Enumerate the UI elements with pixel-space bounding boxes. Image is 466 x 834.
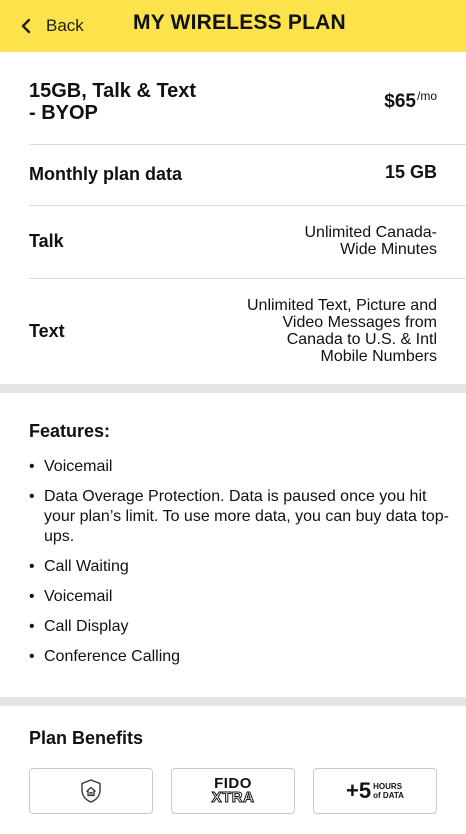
detail-value-data: 15 GB [384, 162, 437, 182]
fido-xtra-line2: XTRA [211, 789, 255, 806]
features-list: • Voicemail • Data Overage Protection. Dat… [29, 457, 449, 677]
divider [29, 144, 466, 145]
feature-text: Data Overage Protection. Data is paused … [44, 488, 449, 545]
chevron-left-icon [21, 18, 31, 34]
detail-value-text: Unlimited Text, Picture and Video Messag… [246, 297, 437, 365]
plan-price: $65/mo [384, 89, 437, 113]
bonus-hours-caption-line1: HOURS [373, 782, 403, 791]
back-label: Back [46, 16, 84, 35]
bullet: • [29, 488, 35, 505]
plan-name: 15GB, Talk & Text - BYOP [29, 80, 197, 124]
feature-text: Voicemail [44, 458, 113, 475]
page-title: MY WIRELESS PLAN [133, 11, 346, 34]
divider [29, 205, 466, 206]
divider [29, 278, 466, 279]
list-item: • Call Display [29, 617, 449, 637]
feature-text: Conference Calling [44, 648, 181, 665]
list-item: • Conference Calling [29, 647, 449, 667]
features-title: Features: [29, 421, 111, 441]
app-header: Back MY WIRELESS PLAN [0, 0, 466, 52]
list-item: • Voicemail [29, 457, 449, 477]
price-amount: $65 [384, 91, 416, 112]
benefit-tile-bonus-data[interactable]: +5 HOURS of DATA [313, 768, 437, 814]
bullet: • [29, 648, 35, 665]
back-button[interactable]: Back [18, 12, 84, 40]
bullet: • [29, 458, 35, 475]
section-separator [0, 697, 466, 706]
fido-xtra-logo: FIDO XTRA [211, 776, 255, 806]
bonus-hours-caption: HOURS of DATA [373, 782, 404, 800]
section-separator [0, 384, 466, 393]
list-item: • Voicemail [29, 587, 449, 607]
list-item: • Call Waiting [29, 557, 449, 577]
bonus-hours-badge: +5 HOURS of DATA [346, 778, 404, 804]
list-item: • Data Overage Protection. Data is paused… [29, 487, 449, 547]
bonus-hours-caption-line2: of DATA [373, 791, 404, 800]
feature-text: Call Display [44, 618, 129, 635]
detail-value-talk: Unlimited Canada- Wide Minutes [304, 224, 437, 258]
feature-text: Call Waiting [44, 558, 129, 575]
feature-text: Voicemail [44, 588, 113, 605]
benefits-title: Plan Benefits [29, 728, 144, 748]
bullet: • [29, 558, 35, 575]
benefit-tile-fido-xtra[interactable]: FIDO XTRA [171, 768, 295, 814]
bullet: • [29, 588, 35, 605]
home-shield-icon [81, 779, 101, 803]
detail-label-data: Monthly plan data [29, 164, 182, 184]
bullet: • [29, 618, 35, 635]
bonus-hours-number: +5 [346, 778, 372, 803]
price-period: /mo [416, 89, 437, 103]
benefit-tile-home-protection[interactable] [29, 768, 153, 814]
